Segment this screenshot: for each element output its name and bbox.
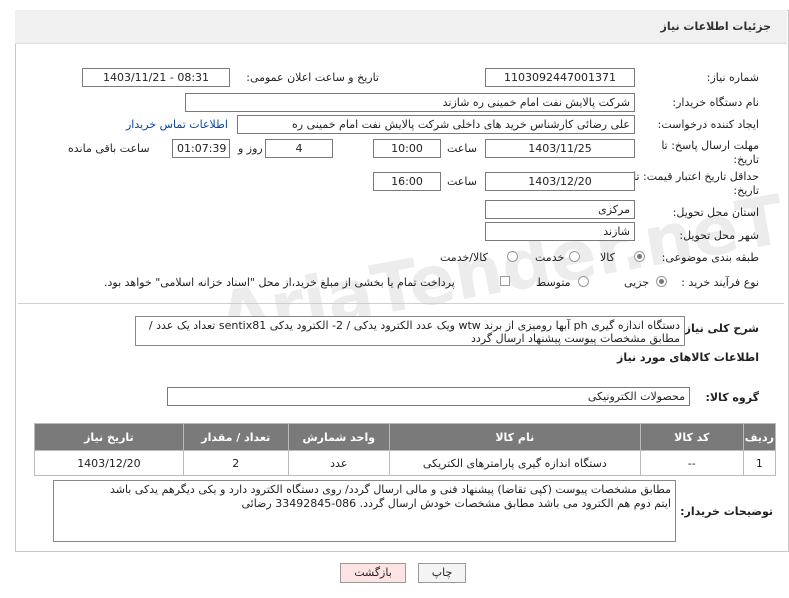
process-label: نوع فرآیند خرید : — [681, 276, 759, 289]
col-row-header: ردیف — [742, 423, 777, 451]
panel-header: جزئیات اطلاعات نیاز — [15, 10, 787, 44]
creator-value: علی رضائی کارشناس خرید های داخلی شرکت پا… — [237, 115, 635, 134]
cell-qty: 2 — [182, 450, 289, 476]
buyer-notes-line-1: مطابق مشخصات پیوست (کپی تقاضا) پیشنهاد ف… — [109, 483, 671, 496]
cell-code: -- — [639, 450, 744, 476]
col-name-header: نام کالا — [388, 423, 641, 451]
creator-label: ایجاد کننده درخواست: — [657, 118, 759, 131]
remaining-label: ساعت باقی مانده — [68, 142, 150, 155]
category-radio-goods-service[interactable] — [507, 251, 518, 262]
process-radio-minor[interactable] — [656, 276, 667, 287]
validity-date-field: 1403/12/20 — [485, 172, 635, 191]
treasury-payment-note: پرداخت تمام یا بخشی از مبلغ خرید،از محل … — [104, 276, 455, 289]
cell-unit: عدد — [287, 450, 390, 476]
col-date-header: تاریخ نیاز — [34, 423, 184, 451]
validity-label-text: حداقل تاریخ اعتبار قیمت: تا تاریخ: — [633, 170, 759, 197]
process-option-minor: جزیی — [624, 276, 650, 289]
category-option-service: خدمت — [535, 251, 565, 264]
col-unit-header: واحد شمارش — [287, 423, 390, 451]
announce-label: تاریخ و ساعت اعلان عمومی: — [246, 71, 379, 84]
deadline-label-text: مهلت ارسال پاسخ: تا تاریخ: — [661, 139, 759, 166]
back-button[interactable]: بازگشت — [340, 563, 406, 583]
table-row: 1 -- دستگاه اندازه گیری پارامترهای الکتر… — [34, 450, 777, 476]
goods-group-label: گروه کالا: — [705, 391, 759, 404]
items-table: ردیف کد کالا نام کالا واحد شمارش تعداد /… — [34, 423, 777, 476]
treasury-payment-checkbox[interactable] — [500, 276, 510, 286]
city-value: شازند — [485, 222, 635, 241]
buyer-org-label: نام دستگاه خریدار: — [672, 96, 759, 109]
city-label: شهر محل تحویل: — [679, 229, 759, 242]
buyer-notes-label: توضیحات خریدار: — [680, 505, 773, 518]
province-value: مرکزی — [485, 200, 635, 219]
category-option-goods: کالا — [600, 251, 615, 264]
page-title: جزئیات اطلاعات نیاز — [660, 20, 772, 33]
category-label: طبقه بندی موضوعی: — [661, 251, 759, 264]
cell-date: 1403/12/20 — [34, 450, 184, 476]
general-desc-text: دستگاه اندازه گیری ph آبها رومیزی از برن… — [135, 316, 685, 346]
days-remaining-field: 4 — [265, 139, 333, 158]
announce-value: 1403/11/21 - 08:31 — [82, 68, 230, 87]
general-desc-label: شرح کلی نیاز: — [680, 322, 759, 335]
buyer-notes-line-2: ایتم دوم هم الکترود می باشد مطابق مشخصات… — [241, 497, 671, 510]
need-number-value: 1103092447001371 — [485, 68, 635, 87]
deadline-label: مهلت ارسال پاسخ: تا تاریخ: — [649, 139, 759, 167]
items-table-header: ردیف کد کالا نام کالا واحد شمارش تعداد /… — [34, 423, 777, 451]
category-option-goods-service: کالا/خدمت — [440, 251, 488, 264]
separator — [18, 303, 784, 304]
category-radio-goods[interactable] — [634, 251, 645, 262]
goods-section-title: اطلاعات کالاهای مورد نیاز — [617, 351, 759, 364]
deadline-date-field: 1403/11/25 — [485, 139, 635, 158]
buyer-org-value: شرکت پالایش نفت امام خمینی ره شازند — [185, 93, 635, 112]
need-number-label: شماره نیاز: — [706, 71, 759, 84]
cell-name: دستگاه اندازه گیری پارامترهای الکتریکی — [388, 450, 641, 476]
col-qty-header: تعداد / مقدار — [182, 423, 289, 451]
deadline-time-label: ساعت — [447, 142, 477, 155]
validity-time-label: ساعت — [447, 175, 477, 188]
deadline-time-field: 10:00 — [373, 139, 441, 158]
validity-time-field: 16:00 — [373, 172, 441, 191]
province-label: استان محل تحویل: — [672, 206, 759, 219]
remaining-time-field: 01:07:39 — [172, 139, 230, 158]
validity-label: حداقل تاریخ اعتبار قیمت: تا تاریخ: — [619, 170, 759, 198]
category-radio-service[interactable] — [569, 251, 580, 262]
buyer-notes-text: مطابق مشخصات پیوست (کپی تقاضا) پیشنهاد ف… — [53, 480, 676, 542]
col-code-header: کد کالا — [639, 423, 744, 451]
contact-info-link[interactable]: اطلاعات تماس خریدار — [126, 118, 228, 131]
days-label: روز و — [238, 142, 263, 155]
print-button[interactable]: چاپ — [418, 563, 466, 583]
cell-row: 1 — [742, 450, 777, 476]
goods-group-value: محصولات الکترونیکی — [167, 387, 690, 406]
process-radio-medium[interactable] — [578, 276, 589, 287]
process-option-medium: متوسط — [536, 276, 571, 289]
